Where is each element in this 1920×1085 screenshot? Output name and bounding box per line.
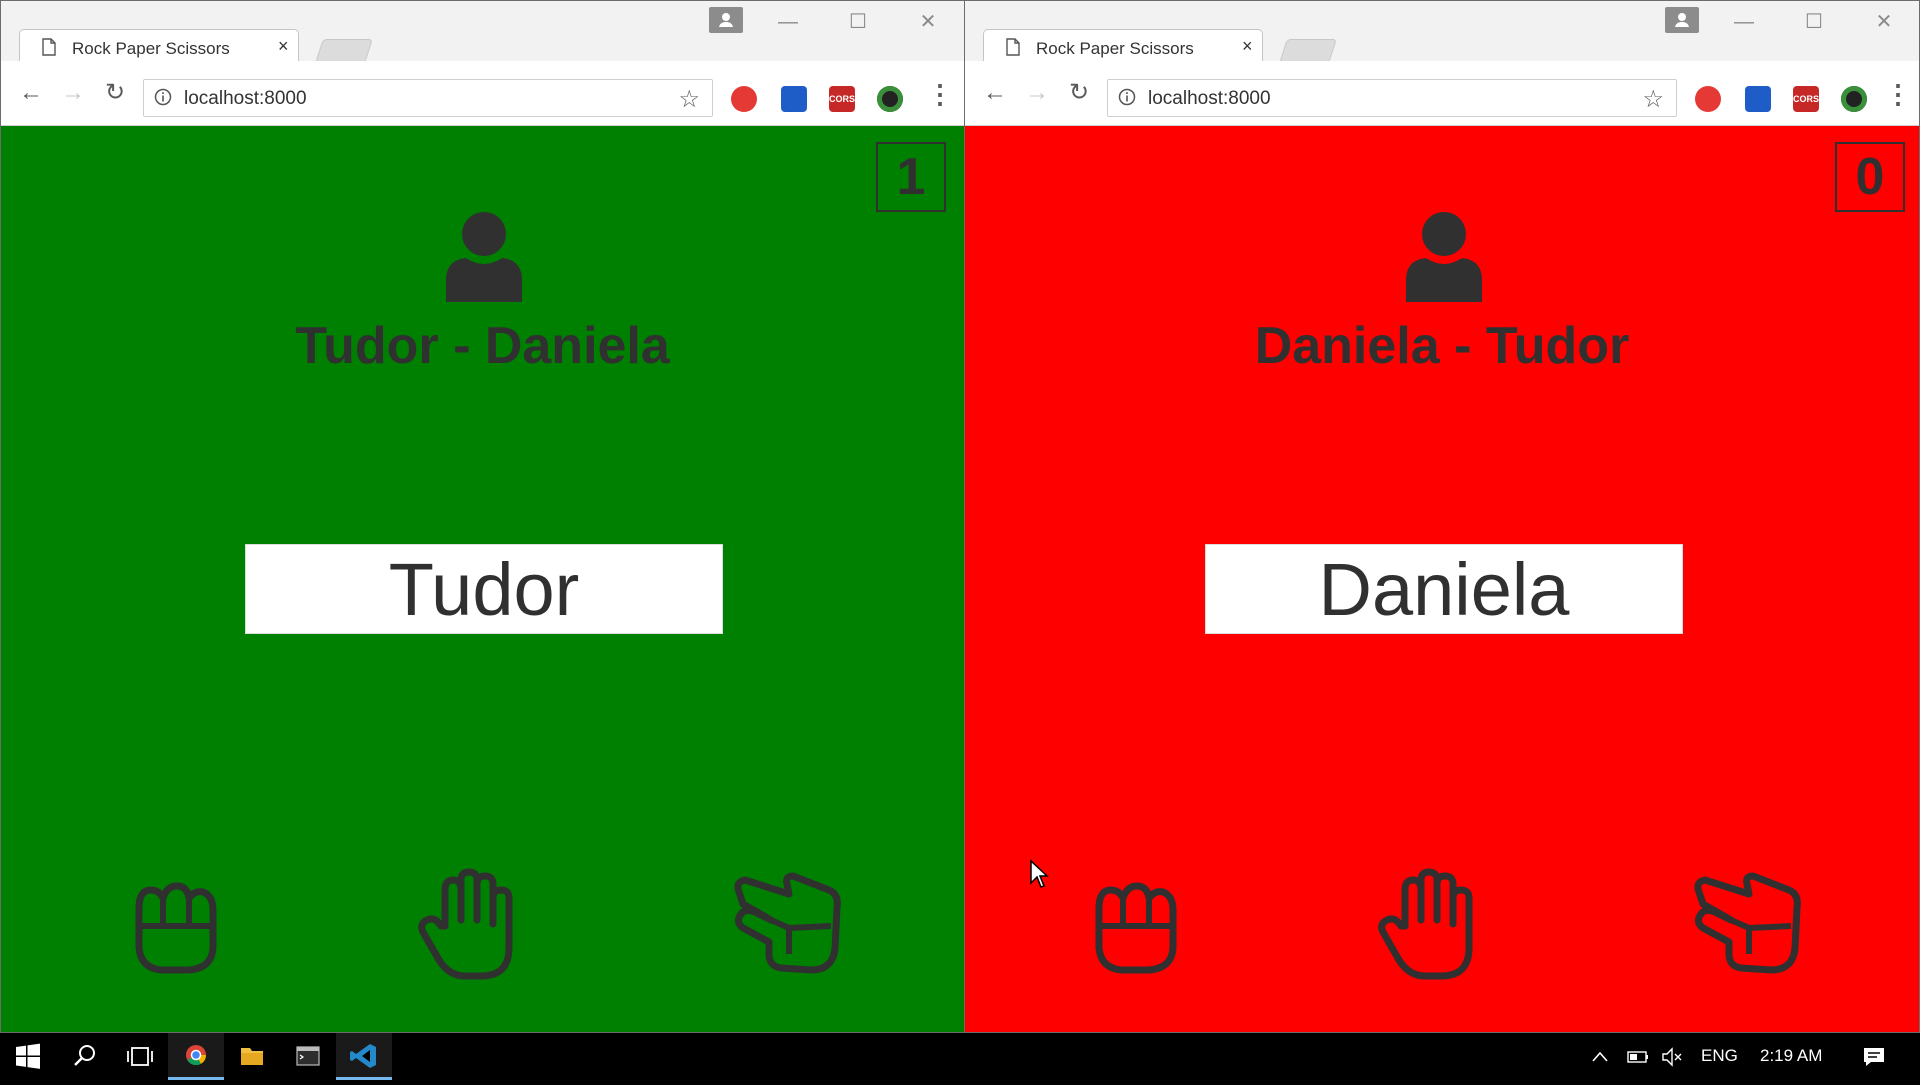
search-icon[interactable] bbox=[56, 1033, 112, 1080]
address-bar[interactable]: localhost:8000 ☆ bbox=[1107, 79, 1677, 117]
profile-avatar-button[interactable] bbox=[709, 7, 743, 33]
profile-avatar-button[interactable] bbox=[1665, 7, 1699, 33]
shield-extension-icon[interactable] bbox=[731, 86, 757, 112]
show-hidden-icons-chevron-icon[interactable] bbox=[1590, 1047, 1610, 1067]
tab-rock-paper-scissors[interactable]: Rock Paper Scissors × bbox=[983, 29, 1263, 63]
new-tab-button[interactable] bbox=[1279, 39, 1337, 63]
player-name-box: Tudor bbox=[245, 544, 723, 634]
tab-close-button[interactable]: × bbox=[278, 36, 289, 56]
camera-extension-icon[interactable] bbox=[877, 86, 903, 112]
language-indicator[interactable]: ENG bbox=[1701, 1046, 1738, 1066]
match-title: Tudor - Daniela bbox=[295, 317, 670, 375]
address-bar[interactable]: localhost:8000 ☆ bbox=[143, 79, 713, 117]
game-page-left: 1 Tudor - Daniela Tudor bbox=[1, 126, 964, 1032]
minimize-button[interactable]: — bbox=[1717, 5, 1771, 39]
shield-extension-icon[interactable] bbox=[1695, 86, 1721, 112]
action-center-icon[interactable] bbox=[1861, 1045, 1887, 1069]
user-icon bbox=[719, 13, 733, 27]
score-box: 1 bbox=[876, 142, 946, 212]
rock-hand-icon[interactable] bbox=[119, 868, 231, 980]
scissors-hand-icon[interactable] bbox=[1691, 868, 1803, 980]
tab-strip: Rock Paper Scissors × — ☐ ✕ bbox=[965, 1, 1919, 63]
mouse-cursor-icon bbox=[1030, 859, 1049, 888]
start-icon[interactable] bbox=[0, 1033, 56, 1080]
terminal-icon[interactable] bbox=[280, 1033, 336, 1080]
maximize-button[interactable]: ☐ bbox=[1787, 5, 1841, 39]
info-icon[interactable] bbox=[1118, 88, 1136, 106]
back-button[interactable]: ← bbox=[17, 79, 45, 107]
paper-hand-icon[interactable] bbox=[415, 868, 527, 980]
tab-title: Rock Paper Scissors bbox=[72, 39, 230, 58]
user-icon bbox=[1675, 13, 1689, 27]
page-icon bbox=[1006, 38, 1020, 56]
player-name-box: Daniela bbox=[1205, 544, 1683, 634]
url-text: localhost:8000 bbox=[184, 88, 307, 109]
bookmark-extension-icon[interactable] bbox=[1745, 86, 1771, 112]
page-icon bbox=[42, 38, 56, 56]
bookmark-star-icon[interactable]: ☆ bbox=[678, 85, 700, 114]
cors-extension-icon[interactable]: CORS bbox=[1793, 86, 1819, 112]
player-icon bbox=[446, 212, 522, 302]
task-view-icon[interactable] bbox=[112, 1033, 168, 1080]
reload-button[interactable]: ↻ bbox=[1065, 79, 1093, 107]
cors-extension-icon[interactable]: CORS bbox=[829, 86, 855, 112]
file-explorer-icon[interactable] bbox=[224, 1033, 280, 1080]
player-icon bbox=[1406, 212, 1482, 302]
bookmark-star-icon[interactable]: ☆ bbox=[1642, 85, 1664, 114]
maximize-button[interactable]: ☐ bbox=[831, 5, 885, 39]
scissors-hand-icon[interactable] bbox=[731, 868, 843, 980]
forward-button[interactable]: → bbox=[59, 79, 87, 107]
windows-taskbar: ENG 2:19 AM bbox=[0, 1033, 1920, 1080]
score-box: 0 bbox=[1835, 142, 1905, 212]
browser-toolbar: ← → ↻ localhost:8000 ☆ CORS ⋮ bbox=[965, 61, 1919, 126]
back-button[interactable]: ← bbox=[981, 79, 1009, 107]
tab-rock-paper-scissors[interactable]: Rock Paper Scissors × bbox=[19, 29, 299, 63]
tab-strip: Rock Paper Scissors × — ☐ ✕ bbox=[1, 1, 964, 63]
url-text: localhost:8000 bbox=[1148, 88, 1271, 109]
chrome-icon[interactable] bbox=[168, 1033, 224, 1080]
browser-window-right: Rock Paper Scissors × — ☐ ✕ ← → ↻ localh… bbox=[964, 0, 1920, 1033]
reload-button[interactable]: ↻ bbox=[101, 79, 129, 107]
tab-close-button[interactable]: × bbox=[1242, 36, 1253, 56]
close-window-button[interactable]: ✕ bbox=[901, 5, 955, 39]
match-title: Daniela - Tudor bbox=[1254, 317, 1630, 375]
info-icon[interactable] bbox=[154, 88, 172, 106]
browser-window-left: Rock Paper Scissors × — ☐ ✕ ← → ↻ localh… bbox=[0, 0, 965, 1033]
volume-muted-icon[interactable] bbox=[1660, 1046, 1684, 1068]
browser-menu-button[interactable]: ⋮ bbox=[1885, 79, 1911, 109]
tab-title: Rock Paper Scissors bbox=[1036, 39, 1194, 58]
browser-toolbar: ← → ↻ localhost:8000 ☆ CORS ⋮ bbox=[1, 61, 964, 126]
battery-icon[interactable] bbox=[1626, 1047, 1650, 1067]
camera-extension-icon[interactable] bbox=[1841, 86, 1867, 112]
clock[interactable]: 2:19 AM bbox=[1760, 1046, 1822, 1066]
minimize-button[interactable]: — bbox=[761, 5, 815, 39]
bookmark-extension-icon[interactable] bbox=[781, 86, 807, 112]
browser-menu-button[interactable]: ⋮ bbox=[927, 79, 953, 109]
rock-hand-icon[interactable] bbox=[1079, 868, 1191, 980]
paper-hand-icon[interactable] bbox=[1375, 868, 1487, 980]
game-page-right: 0 Daniela - Tudor Daniela bbox=[965, 126, 1919, 1032]
vscode-icon[interactable] bbox=[336, 1033, 392, 1080]
new-tab-button[interactable] bbox=[315, 39, 373, 63]
close-window-button[interactable]: ✕ bbox=[1857, 5, 1911, 39]
forward-button[interactable]: → bbox=[1023, 79, 1051, 107]
